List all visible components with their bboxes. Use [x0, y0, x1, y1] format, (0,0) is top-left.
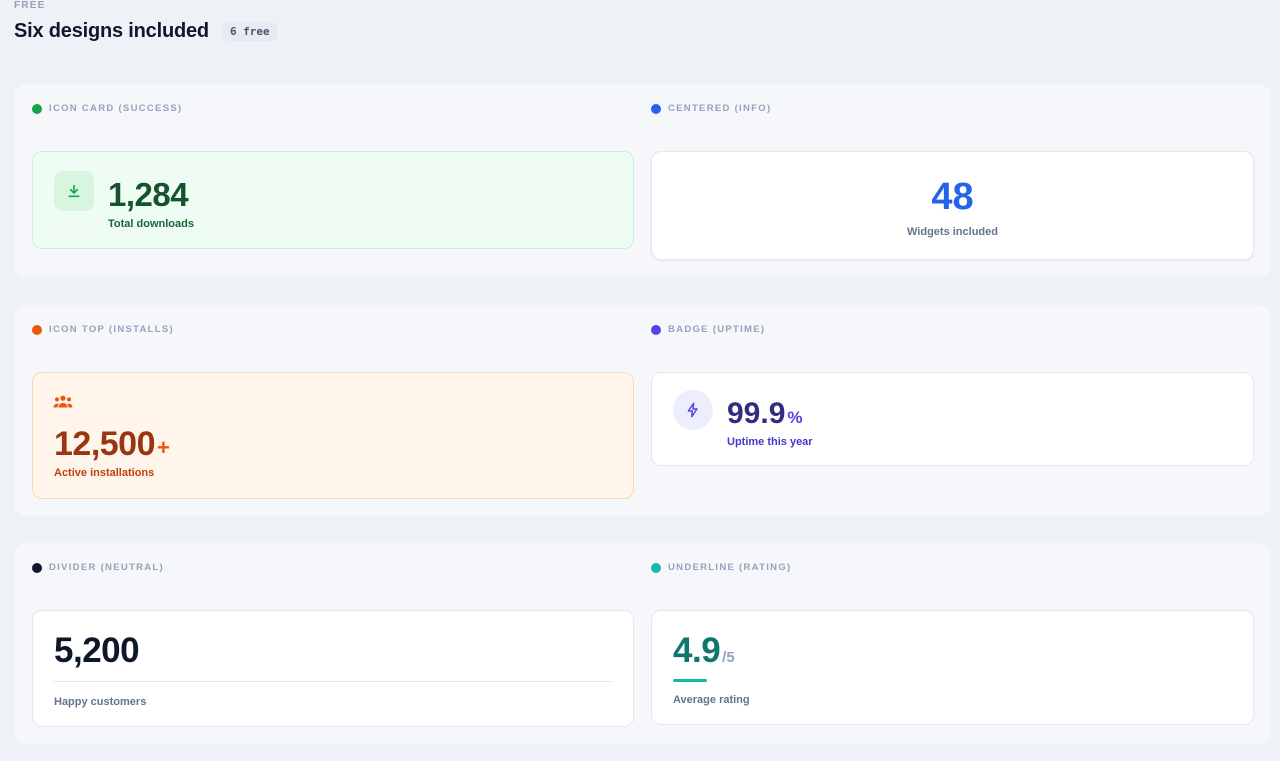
stat-suffix: + — [157, 435, 170, 460]
stat-value: 1,284 — [108, 176, 189, 213]
stat-caption: Average rating — [673, 694, 750, 706]
stat-caption: Total downloads — [108, 218, 194, 230]
preview-row-2: ICON TOP (INSTALLS) 12,500 + Active inst… — [14, 305, 1271, 516]
page-title: Six designs included — [14, 20, 209, 42]
preview-label: DIVIDER (NEUTRAL) — [32, 562, 164, 573]
preview-label: ICON CARD (SUCCESS) — [32, 103, 182, 114]
variant-label: BADGE (UPTIME) — [668, 324, 766, 335]
preview-label: CENTERED (INFO) — [651, 103, 771, 114]
stat-value: 4.9 — [673, 631, 721, 670]
variant-dot — [651, 562, 661, 573]
count-badge: 6 free — [222, 22, 277, 41]
users-icon — [53, 395, 73, 408]
stat-value-row: 12,500 + — [54, 425, 170, 464]
preview-label: ICON TOP (INSTALLS) — [32, 324, 174, 335]
divider-line — [54, 681, 612, 682]
download-icon — [68, 184, 80, 198]
variant-dot — [651, 324, 661, 335]
stat-value: 99.9 — [727, 397, 786, 430]
variant-label: ICON CARD (SUCCESS) — [49, 103, 183, 114]
variant-label: DIVIDER (NEUTRAL) — [49, 562, 164, 573]
variant-label: UNDERLINE (RATING) — [668, 562, 792, 573]
stat-card-underline[interactable]: 4.9 /5 Average rating — [651, 610, 1254, 725]
accent-underline — [673, 679, 707, 682]
variant-dot — [32, 324, 42, 335]
icon-tile — [54, 171, 94, 211]
stat-card-installs[interactable]: 12,500 + Active installations — [32, 372, 634, 499]
stat-card-success[interactable]: 1,284 Total downloads — [32, 151, 634, 249]
stat-suffix: % — [787, 408, 803, 427]
stat-suffix: /5 — [722, 649, 735, 666]
variant-label: CENTERED (INFO) — [668, 103, 772, 114]
variant-dot — [32, 562, 42, 573]
stat-caption: Uptime this year — [727, 436, 813, 448]
preview-row-1: ICON CARD (SUCCESS) 1,284 Total download… — [14, 84, 1271, 277]
preview-label: BADGE (UPTIME) — [651, 324, 765, 335]
stat-card-centered[interactable]: 48 Widgets included — [651, 151, 1254, 260]
stat-value-row: 4.9 /5 — [673, 631, 735, 671]
stat-caption: Widgets included — [907, 226, 998, 238]
icon-badge — [673, 390, 713, 430]
stat-card-divider[interactable]: 5,200 Happy customers — [32, 610, 634, 727]
preview-label: UNDERLINE (RATING) — [651, 562, 792, 573]
section-eyebrow: FREE — [14, 0, 46, 11]
stat-caption: Happy customers — [54, 696, 147, 708]
stat-value-row: 99.9 % — [727, 397, 803, 431]
stat-value: 5,200 — [54, 631, 140, 670]
stat-value: 48 — [931, 176, 974, 218]
lightning-icon — [687, 402, 698, 418]
stat-value: 12,500 — [54, 425, 156, 463]
stat-caption: Active installations — [54, 467, 155, 479]
section-heading: Six designs included 6 free — [14, 20, 277, 43]
variant-dot — [651, 103, 661, 114]
variant-dot — [32, 103, 42, 114]
stat-card-badge[interactable]: 99.9 % Uptime this year — [651, 372, 1254, 466]
variant-label: ICON TOP (INSTALLS) — [49, 324, 174, 335]
preview-row-3: DIVIDER (NEUTRAL) 5,200 Happy customers … — [14, 543, 1271, 744]
